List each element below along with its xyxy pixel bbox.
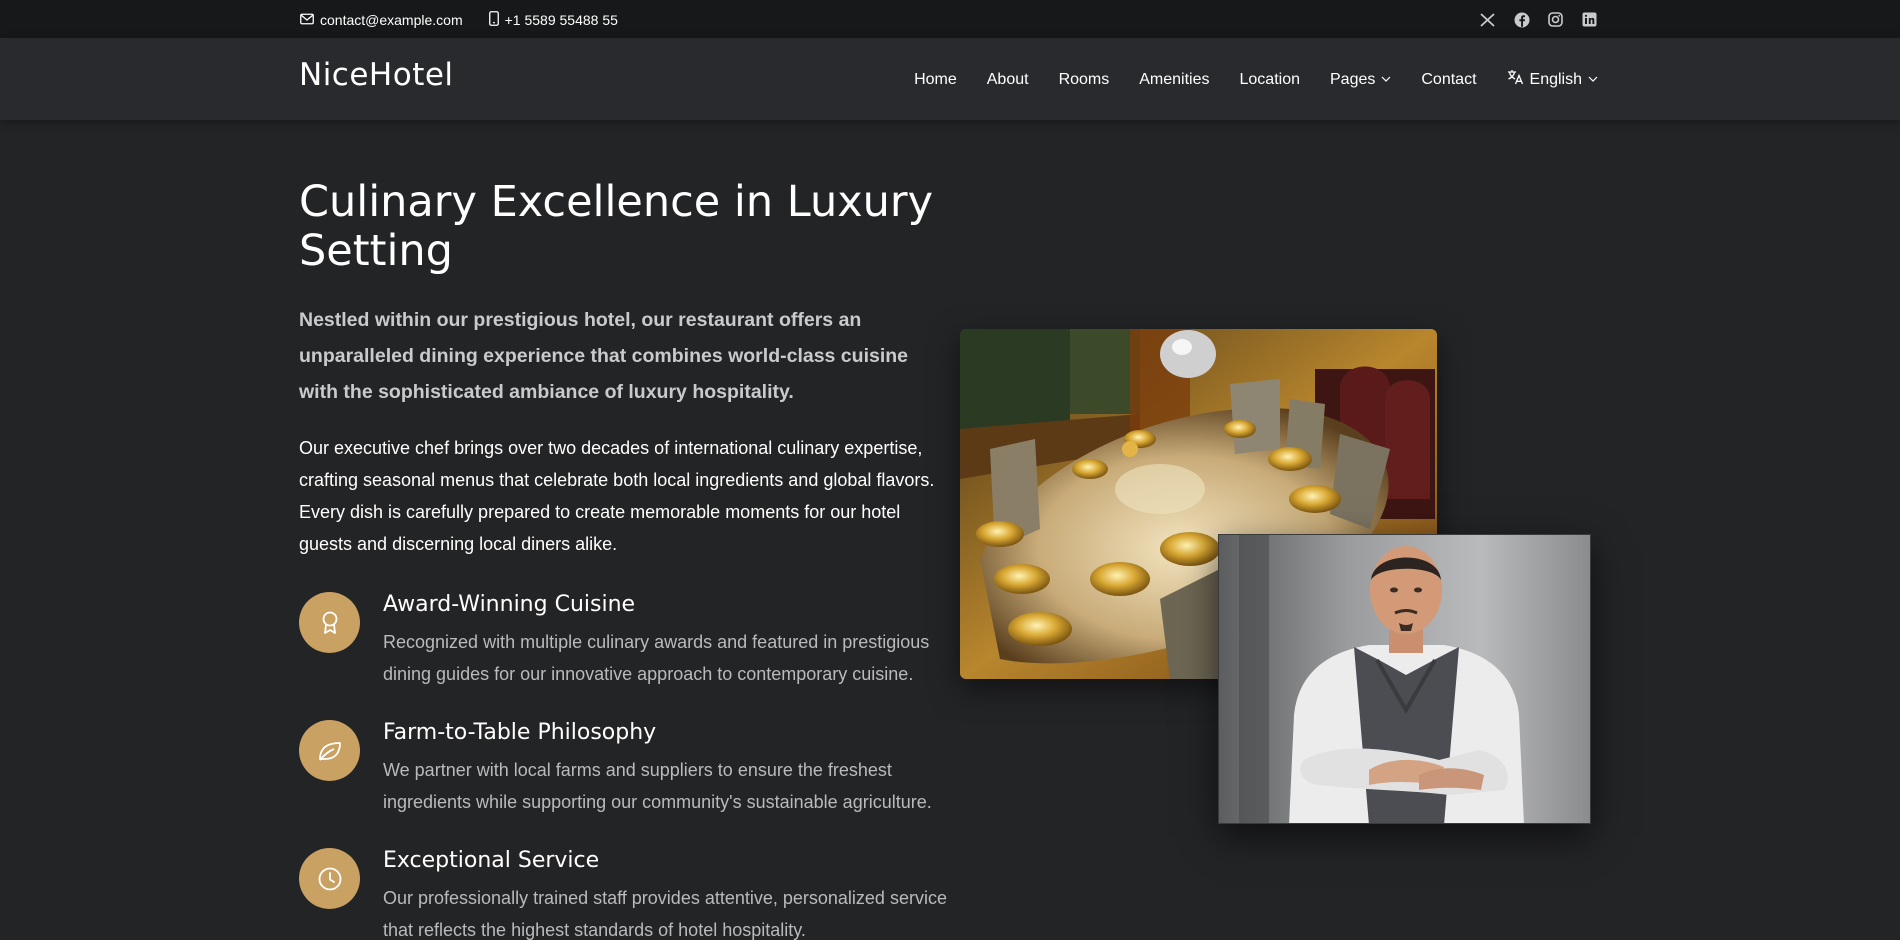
nav-home[interactable]: Home [914, 71, 957, 89]
topbar: contact@example.com +1 5589 55488 55 [0, 0, 1900, 39]
main-nav: Home About Rooms Amenities Location Page… [914, 39, 1598, 120]
feature-title: Exceptional Service [383, 848, 600, 873]
nav-home-label: Home [914, 70, 957, 88]
phone-text: +1 5589 55488 55 [504, 11, 618, 28]
award-icon [299, 592, 360, 653]
topbar-contact: contact@example.com +1 5589 55488 55 [300, 0, 618, 39]
chevron-down-icon [1588, 71, 1598, 89]
nav-rooms-label: Rooms [1058, 70, 1110, 88]
facebook-icon[interactable] [1513, 11, 1530, 28]
site-logo[interactable]: NiceHotel [299, 57, 454, 93]
nav-pages-label: Pages [1330, 70, 1376, 88]
feature-title: Farm-to-Table Philosophy [383, 720, 657, 745]
nav-location-label: Location [1239, 70, 1301, 88]
translate-icon [1507, 69, 1524, 90]
language-label: English [1529, 70, 1582, 88]
feature-description: We partner with local farms and supplier… [383, 760, 932, 812]
nav-amenities-label: Amenities [1139, 70, 1210, 88]
phone-link[interactable]: +1 5589 55488 55 [488, 10, 618, 29]
feature-service: Exceptional Service Our professionally t… [299, 848, 959, 940]
nav-about[interactable]: About [987, 71, 1029, 89]
feature-farm: Farm-to-Table Philosophy We partner with… [299, 720, 959, 830]
site-header: NiceHotel Home About Rooms Amenities Loc… [0, 39, 1900, 120]
email-text: contact@example.com [320, 11, 463, 28]
phone-icon [488, 10, 499, 29]
clock-icon [299, 848, 360, 909]
chevron-down-icon [1381, 71, 1391, 89]
feature-award: Award-Winning Cuisine Recognized with mu… [299, 592, 959, 702]
email-link[interactable]: contact@example.com [300, 12, 463, 28]
leaf-icon [299, 720, 360, 781]
nav-rooms[interactable]: Rooms [1059, 71, 1110, 89]
envelope-icon [300, 12, 314, 28]
nav-amenities[interactable]: Amenities [1139, 71, 1209, 89]
body-paragraph: Our executive chef brings over two decad… [299, 438, 935, 554]
nav-contact-label: Contact [1421, 70, 1477, 88]
linkedin-icon[interactable] [1581, 11, 1598, 28]
x-icon[interactable] [1479, 11, 1496, 28]
feature-description: Recognized with multiple culinary awards… [383, 632, 930, 684]
chef-portrait-photo [1218, 534, 1591, 824]
nav-location[interactable]: Location [1240, 71, 1301, 89]
lead-paragraph: Nestled within our prestigious hotel, ou… [299, 309, 909, 403]
feature-title: Award-Winning Cuisine [383, 592, 636, 617]
page-title: Culinary Excellence in Luxury Setting [299, 177, 934, 276]
nav-about-label: About [986, 70, 1029, 88]
feature-description: Our professionally trained staff provide… [383, 888, 947, 940]
nav-contact[interactable]: Contact [1421, 71, 1476, 89]
social-links [1479, 0, 1598, 39]
instagram-icon[interactable] [1547, 11, 1564, 28]
nav-pages-dropdown[interactable]: Pages [1330, 71, 1391, 89]
language-selector[interactable]: English [1507, 69, 1598, 90]
